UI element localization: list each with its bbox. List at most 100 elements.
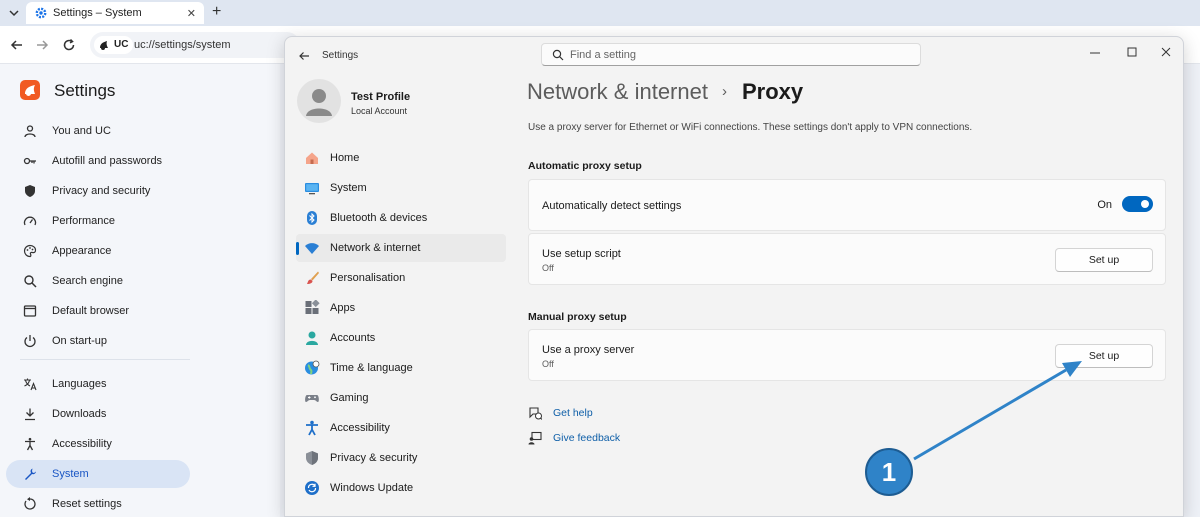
- accessibility-icon: [25, 437, 35, 451]
- sidebar-divider: [20, 359, 190, 360]
- chevron-down-icon[interactable]: [6, 5, 22, 21]
- step-number-badge: 1: [865, 448, 913, 496]
- browser-tab[interactable]: Settings – System ✕: [26, 2, 204, 24]
- gamepad-icon: [305, 395, 319, 402]
- url-text: uc://settings/system: [134, 39, 231, 51]
- auto-detect-toggle[interactable]: [1122, 196, 1153, 212]
- shield-icon: [25, 185, 35, 197]
- brush-icon: [307, 271, 319, 284]
- avatar[interactable]: [297, 79, 341, 123]
- page-title: Settings: [54, 81, 116, 100]
- reload-icon[interactable]: [60, 36, 78, 54]
- site-badge[interactable]: UC: [94, 36, 134, 54]
- wifi-icon: [305, 243, 319, 254]
- setup-script-card: Use setup script Off Set up: [528, 233, 1166, 285]
- nav-item-label: Apps: [330, 302, 356, 314]
- minimize-icon[interactable]: [1082, 42, 1108, 62]
- nav-item-accounts[interactable]: Accounts: [296, 324, 506, 352]
- nav-item-label: Accessibility: [330, 422, 390, 434]
- sidebar-item-performance[interactable]: Performance: [6, 207, 190, 235]
- forward-arrow-icon[interactable]: [33, 36, 51, 54]
- download-icon: [25, 408, 35, 421]
- uc-logo-icon: [25, 85, 35, 96]
- sidebar-item-system[interactable]: System: [6, 460, 190, 488]
- translate-icon: [24, 378, 37, 391]
- nav-item-gaming[interactable]: Gaming: [296, 384, 506, 412]
- page-title: Proxy: [742, 79, 804, 104]
- sidebar-item-downloads[interactable]: Downloads: [6, 400, 190, 428]
- sidebar-item-label: System: [52, 468, 89, 480]
- globe-clock-icon: [305, 360, 320, 375]
- sidebar-item-search-engine[interactable]: Search engine: [6, 267, 190, 295]
- sidebar-item-default-browser[interactable]: Default browser: [6, 297, 190, 325]
- nav-item-personalisation[interactable]: Personalisation: [296, 264, 506, 292]
- nav-item-label: Home: [330, 152, 360, 164]
- help-chat-icon: [529, 407, 542, 420]
- back-arrow-icon[interactable]: [297, 49, 311, 63]
- window-title: Settings: [322, 50, 359, 61]
- user-avatar-icon: [306, 89, 332, 116]
- key-icon: [23, 157, 36, 165]
- close-icon[interactable]: [1153, 42, 1179, 62]
- tab-title: Settings – System: [53, 7, 142, 19]
- nav-item-home[interactable]: Home: [296, 144, 506, 172]
- auto-detect-label: Automatically detect settings: [542, 200, 682, 212]
- proxy-server-label: Use a proxy server: [542, 344, 635, 356]
- power-icon: [24, 335, 36, 348]
- wrench-icon: [25, 468, 36, 480]
- nav-item-label: Personalisation: [330, 272, 406, 284]
- sidebar-item-accessibility[interactable]: Accessibility: [6, 430, 190, 458]
- back-arrow-icon[interactable]: [8, 36, 26, 54]
- sidebar-item-label: Autofill and passwords: [52, 155, 163, 167]
- sidebar-item-autofill[interactable]: Autofill and passwords: [6, 147, 190, 175]
- nav-item-apps[interactable]: Apps: [296, 294, 506, 322]
- nav-item-windows-update[interactable]: Windows Update: [296, 474, 506, 502]
- nav-item-network[interactable]: Network & internet: [296, 234, 506, 262]
- sidebar-item-you-and-uc[interactable]: You and UC: [6, 117, 190, 145]
- nav-item-privacy-security[interactable]: Privacy & security: [296, 444, 506, 472]
- site-badge-label: UC: [114, 39, 129, 50]
- home-icon: [306, 152, 318, 164]
- nav-item-label: Privacy & security: [330, 452, 418, 464]
- browser-window-icon: [23, 305, 37, 317]
- nav-item-time-language[interactable]: Time & language: [296, 354, 506, 382]
- proxy-server-status: Off: [542, 359, 554, 369]
- update-icon: [305, 481, 319, 495]
- profile-account-type: Local Account: [351, 106, 408, 116]
- search-icon: [552, 49, 564, 61]
- tab-close-button[interactable]: ✕: [187, 7, 196, 20]
- feedback-icon: [528, 431, 542, 445]
- browser-tab-bar: Settings – System ✕ +: [0, 0, 1200, 26]
- nav-item-label: Time & language: [330, 362, 413, 374]
- nav-item-system[interactable]: System: [296, 174, 506, 202]
- uc-logo-icon: [100, 41, 108, 50]
- sidebar-item-label: Appearance: [52, 245, 112, 257]
- find-setting-search[interactable]: [541, 43, 921, 66]
- new-tab-button[interactable]: +: [212, 3, 221, 21]
- sidebar-item-privacy[interactable]: Privacy and security: [6, 177, 190, 205]
- sidebar-item-on-start-up[interactable]: On start-up: [6, 327, 190, 355]
- search-input[interactable]: [570, 47, 910, 63]
- sidebar-item-label: Accessibility: [52, 438, 112, 450]
- setup-script-status: Off: [542, 263, 554, 273]
- nav-item-bluetooth[interactable]: Bluetooth & devices: [296, 204, 506, 232]
- breadcrumb-parent[interactable]: Network & internet: [527, 79, 708, 105]
- person-icon: [24, 125, 36, 138]
- nav-item-label: Bluetooth & devices: [330, 212, 428, 224]
- setup-script-button[interactable]: Set up: [1055, 248, 1153, 272]
- uc-logo: [20, 80, 40, 100]
- page-description: Use a proxy server for Ethernet or WiFi …: [528, 122, 973, 133]
- address-bar[interactable]: UC uc://settings/system: [90, 32, 300, 58]
- nav-item-label: Gaming: [330, 392, 369, 404]
- nav-item-label: Accounts: [330, 332, 376, 344]
- sidebar-item-label: Reset settings: [52, 498, 122, 510]
- sidebar-item-appearance[interactable]: Appearance: [6, 237, 190, 265]
- nav-item-accessibility[interactable]: Accessibility: [296, 414, 506, 442]
- maximize-icon[interactable]: [1119, 42, 1145, 62]
- shield-icon: [306, 451, 318, 465]
- proxy-server-setup-button[interactable]: Set up: [1055, 344, 1153, 368]
- accessibility-icon: [306, 420, 318, 436]
- sidebar-item-languages[interactable]: Languages: [6, 370, 190, 398]
- windows-settings-window: Settings Test Profile Local Account Home…: [284, 36, 1184, 517]
- sidebar-item-reset-settings[interactable]: Reset settings: [6, 490, 190, 517]
